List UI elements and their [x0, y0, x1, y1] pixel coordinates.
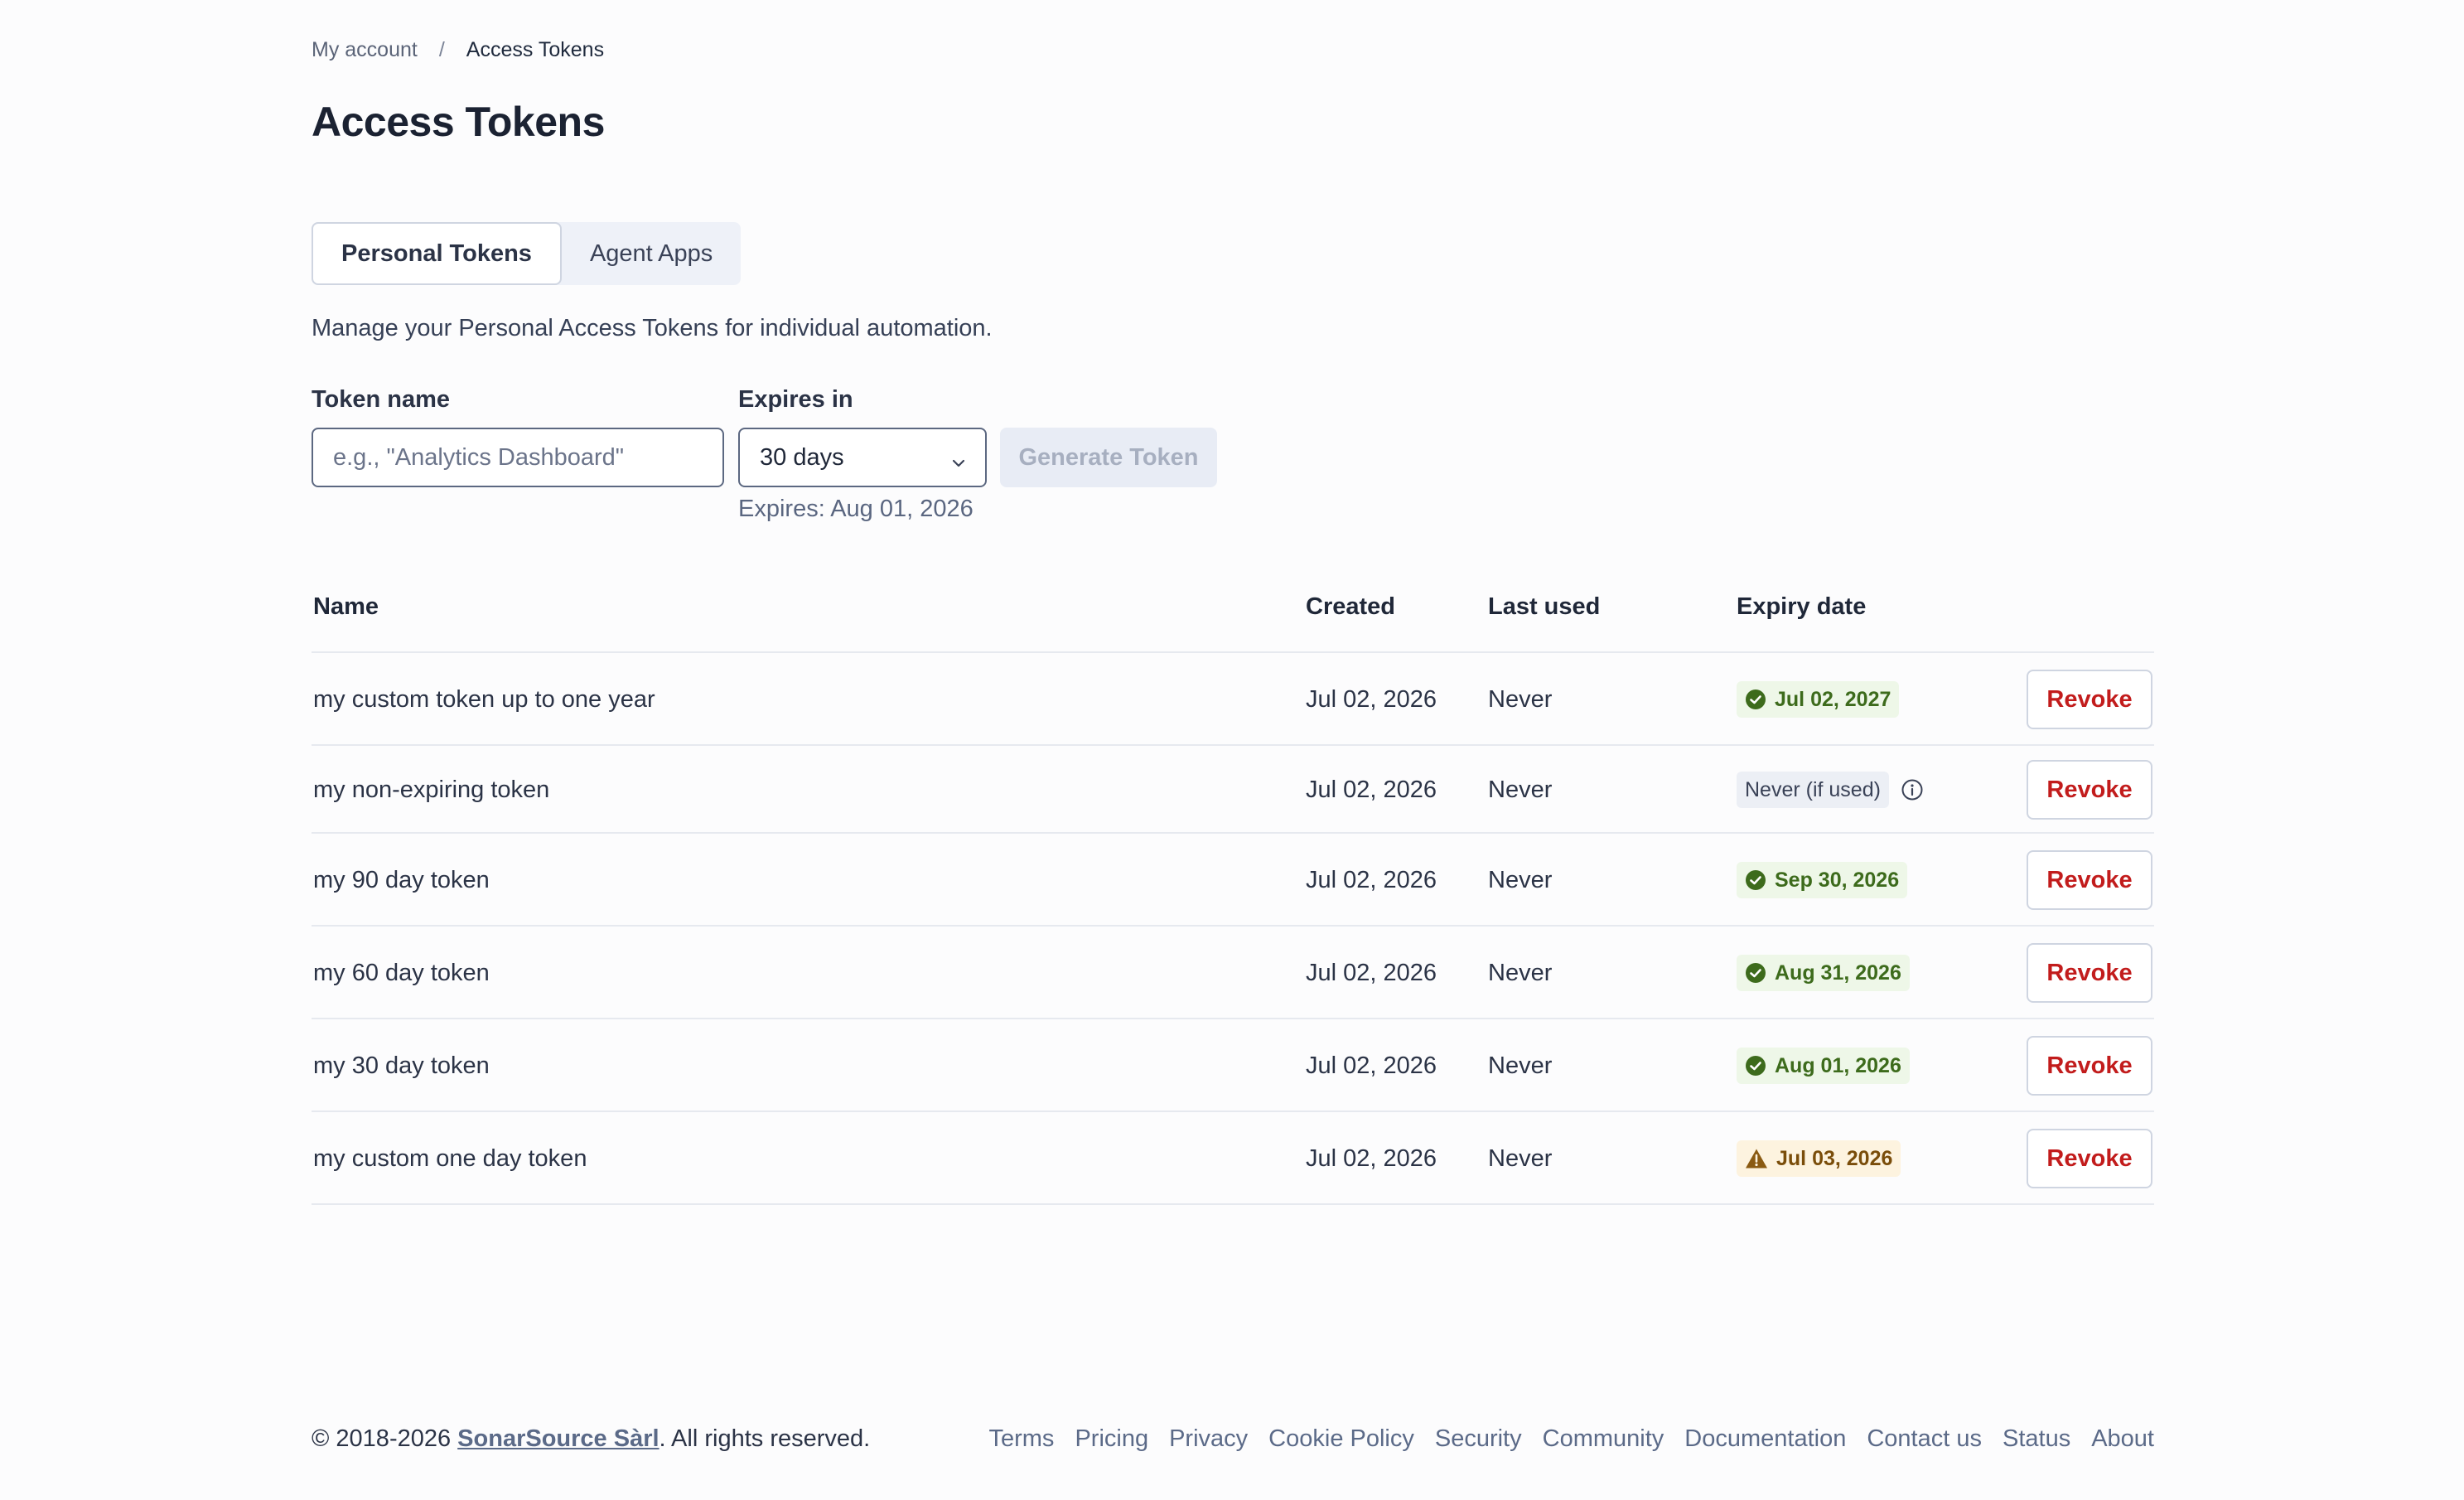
- token-name: my 60 day token: [313, 959, 490, 986]
- check-circle-icon: [1746, 963, 1766, 983]
- footer-link-documentation[interactable]: Documentation: [1684, 1425, 1846, 1453]
- token-created: Jul 02, 2026: [1306, 959, 1437, 986]
- footer-link-terms[interactable]: Terms: [988, 1425, 1054, 1453]
- token-name: my custom token up to one year: [313, 685, 655, 713]
- expiry-badge: Sep 30, 2026: [1737, 862, 1908, 898]
- revoke-button[interactable]: Revoke: [2027, 670, 2152, 729]
- token-last-used: Never: [1488, 866, 1553, 893]
- expires-in-value: 30 days: [760, 443, 844, 471]
- revoke-button[interactable]: Revoke: [2027, 943, 2152, 1003]
- token-last-used: Never: [1488, 959, 1553, 986]
- token-expiry: Jul 02, 2027: [1737, 653, 1900, 746]
- expires-in-label: Expires in: [738, 386, 853, 413]
- expiry-date-text: Aug 31, 2026: [1775, 960, 1901, 985]
- token-name: my non-expiring token: [313, 776, 550, 803]
- token-expiry: Jul 03, 2026: [1737, 1112, 1901, 1205]
- expiry-badge: Aug 01, 2026: [1737, 1048, 1910, 1084]
- expires-note: Expires: Aug 01, 2026: [738, 496, 974, 522]
- breadcrumb-separator: /: [438, 38, 445, 61]
- expiry-date-text: Never (if used): [1745, 777, 1881, 801]
- table-row: my custom one day token Jul 02, 2026 Nev…: [312, 1112, 2154, 1205]
- check-circle-icon: [1746, 870, 1766, 890]
- expiry-badge: Aug 31, 2026: [1737, 955, 1910, 991]
- footer-link-community[interactable]: Community: [1543, 1425, 1664, 1453]
- copyright-prefix: © 2018-2026: [312, 1425, 458, 1452]
- revoke-button[interactable]: Revoke: [2027, 1129, 2152, 1188]
- token-name: my 30 day token: [313, 1052, 490, 1079]
- check-circle-icon: [1746, 1056, 1766, 1076]
- expiry-badge: Never (if used): [1737, 772, 1889, 808]
- column-header-last-used: Last used: [1488, 593, 1601, 620]
- token-last-used: Never: [1488, 685, 1553, 713]
- copyright: © 2018-2026 SonarSource Sàrl. All rights…: [312, 1425, 870, 1453]
- column-header-created: Created: [1306, 593, 1395, 620]
- chevron-down-icon: [950, 451, 967, 478]
- footer-link-security[interactable]: Security: [1435, 1425, 1522, 1453]
- token-name-label: Token name: [312, 386, 451, 413]
- page: My account / Access Tokens Access Tokens…: [0, 0, 2464, 1500]
- footer-link-contact-us[interactable]: Contact us: [1867, 1425, 1982, 1453]
- token-created: Jul 02, 2026: [1306, 1144, 1437, 1172]
- table-row: my custom token up to one year Jul 02, 2…: [312, 653, 2154, 746]
- token-name: my custom one day token: [313, 1144, 587, 1172]
- column-header-expiry-date: Expiry date: [1737, 593, 1867, 620]
- breadcrumb-my-account[interactable]: My account: [312, 38, 418, 62]
- table-row: my non-expiring token Jul 02, 2026 Never…: [312, 746, 2154, 834]
- breadcrumb: My account / Access Tokens: [312, 38, 604, 62]
- table-row: my 90 day token Jul 02, 2026 Never Sep 3…: [312, 834, 2154, 927]
- table-header: Name Created Last used Expiry date: [312, 580, 2154, 653]
- table-row: my 30 day token Jul 02, 2026 Never Aug 0…: [312, 1019, 2154, 1112]
- footer-links: Terms Pricing Privacy Cookie Policy Secu…: [968, 1425, 2154, 1453]
- token-created: Jul 02, 2026: [1306, 1052, 1437, 1079]
- footer: © 2018-2026 SonarSource Sàrl. All rights…: [312, 1425, 2154, 1453]
- warning-icon: [1746, 1149, 1767, 1169]
- breadcrumb-current: Access Tokens: [466, 38, 605, 61]
- token-created: Jul 02, 2026: [1306, 776, 1437, 803]
- footer-link-privacy[interactable]: Privacy: [1169, 1425, 1248, 1453]
- tab-bar: Personal Tokens Agent Apps: [312, 222, 742, 285]
- expiry-badge: Jul 02, 2027: [1737, 681, 1900, 718]
- footer-link-cookie-policy[interactable]: Cookie Policy: [1268, 1425, 1414, 1453]
- check-circle-icon: [1746, 690, 1766, 709]
- column-header-name: Name: [313, 593, 379, 620]
- expiry-date-text: Jul 03, 2026: [1776, 1146, 1893, 1170]
- expiry-date-text: Aug 01, 2026: [1775, 1053, 1901, 1077]
- revoke-button[interactable]: Revoke: [2027, 760, 2152, 820]
- footer-link-status[interactable]: Status: [2003, 1425, 2070, 1453]
- token-name-input[interactable]: [312, 428, 724, 487]
- expires-in-select[interactable]: 30 days: [738, 428, 987, 487]
- footer-link-pricing[interactable]: Pricing: [1075, 1425, 1148, 1453]
- expiry-badge: Jul 03, 2026: [1737, 1140, 1901, 1177]
- generate-token-button[interactable]: Generate Token: [1000, 428, 1217, 487]
- token-expiry: Sep 30, 2026: [1737, 834, 1908, 927]
- token-created: Jul 02, 2026: [1306, 685, 1437, 713]
- token-name: my 90 day token: [313, 866, 490, 893]
- revoke-button[interactable]: Revoke: [2027, 1036, 2152, 1096]
- token-last-used: Never: [1488, 776, 1553, 803]
- token-created: Jul 02, 2026: [1306, 866, 1437, 893]
- tab-agent-apps[interactable]: Agent Apps: [562, 222, 741, 285]
- token-last-used: Never: [1488, 1052, 1553, 1079]
- expiry-date-text: Sep 30, 2026: [1775, 868, 1900, 892]
- token-expiry: Aug 31, 2026: [1737, 927, 1910, 1019]
- table-row: my 60 day token Jul 02, 2026 Never Aug 3…: [312, 927, 2154, 1019]
- token-expiry: Aug 01, 2026: [1737, 1019, 1910, 1112]
- page-description: Manage your Personal Access Tokens for i…: [312, 315, 993, 341]
- tab-personal-tokens[interactable]: Personal Tokens: [312, 222, 562, 285]
- info-icon[interactable]: [1901, 778, 1924, 801]
- revoke-button[interactable]: Revoke: [2027, 850, 2152, 910]
- company-link[interactable]: SonarSource Sàrl: [457, 1425, 659, 1452]
- token-last-used: Never: [1488, 1144, 1553, 1172]
- expiry-date-text: Jul 02, 2027: [1775, 687, 1891, 711]
- tokens-table: Name Created Last used Expiry date my cu…: [312, 580, 2154, 1205]
- footer-link-about[interactable]: About: [2091, 1425, 2154, 1453]
- page-title: Access Tokens: [312, 99, 605, 145]
- token-expiry: Never (if used): [1737, 746, 1924, 834]
- copyright-suffix: . All rights reserved.: [659, 1425, 871, 1452]
